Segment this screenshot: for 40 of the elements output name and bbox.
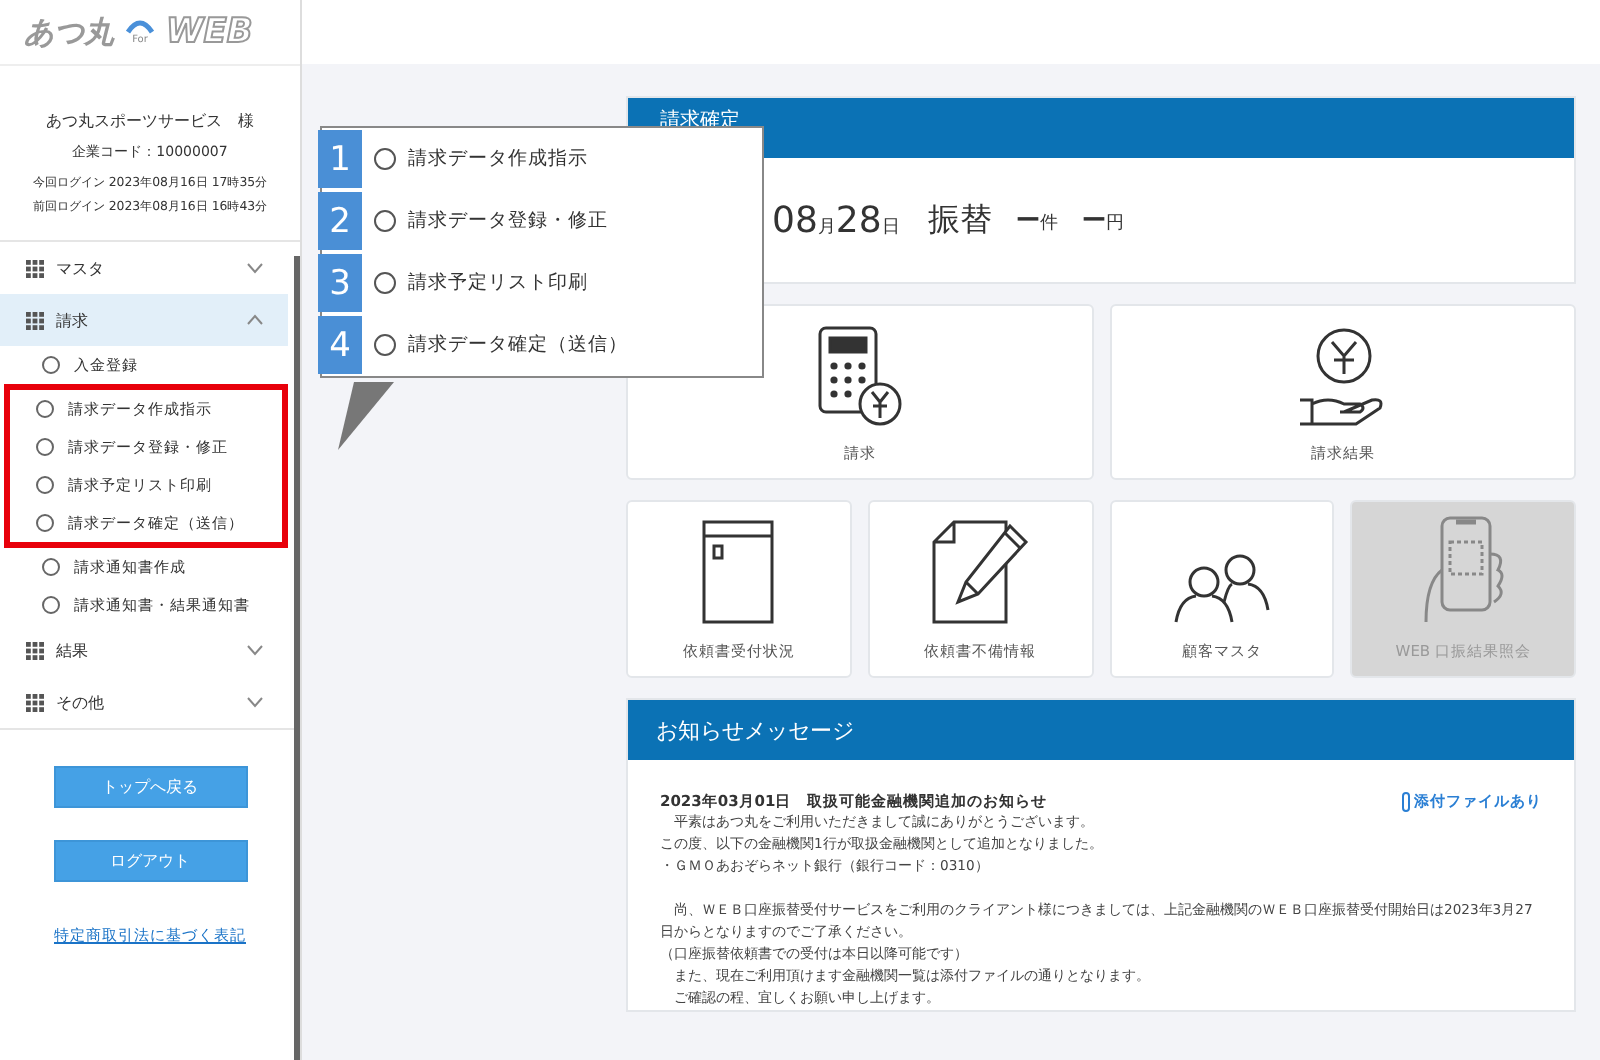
step-label: 請求データ登録・修正: [408, 208, 608, 234]
step-number: 4: [318, 316, 362, 374]
scrollbar[interactable]: [294, 256, 300, 1060]
document-pencil-icon: [930, 518, 1031, 626]
chevron-icon: [246, 314, 264, 326]
grid-icon: [26, 641, 44, 659]
chevron-icon: [246, 262, 264, 274]
grid-icon: [26, 311, 44, 329]
radio-icon: [374, 334, 396, 356]
step-label: 請求データ作成指示: [408, 146, 588, 172]
panel-title: お知らせメッセージ: [656, 715, 854, 745]
menu-item[interactable]: 結果: [0, 624, 288, 676]
calculator-icon: [815, 324, 904, 428]
wave-icon: [126, 18, 154, 34]
callout-tail: [338, 382, 398, 454]
step-number: 3: [318, 254, 362, 312]
grid-icon: [26, 693, 44, 711]
radio-icon: [374, 210, 396, 232]
step-label: 請求データ確定（送信）: [408, 332, 628, 358]
transfer-method: 振替: [927, 199, 992, 241]
menu-item[interactable]: マスタ: [0, 242, 288, 294]
logo-text: WEB: [166, 12, 253, 52]
envelope-icon: [700, 518, 777, 626]
chevron-icon: [246, 644, 264, 656]
people-icon: [1171, 554, 1272, 626]
count-value: ー件: [1015, 203, 1058, 237]
paperclip-icon: [1402, 792, 1410, 812]
user-name: あつ丸スポーツサービス 様: [44, 110, 256, 132]
amount-value: ー円: [1081, 203, 1124, 237]
step-number: 1: [318, 130, 362, 188]
chevron-icon: [246, 696, 264, 708]
step-label: 請求予定リスト印刷: [408, 270, 588, 296]
step-number: 2: [318, 192, 362, 250]
logo-text: あつ丸: [24, 13, 114, 51]
radio-icon: [374, 272, 396, 294]
menu-item[interactable]: 請求: [0, 294, 288, 346]
radio-icon: [374, 148, 396, 170]
billing-date: 08月 28 日: [772, 199, 900, 241]
menu-item[interactable]: その他: [0, 676, 288, 728]
grid-icon: [26, 259, 44, 277]
